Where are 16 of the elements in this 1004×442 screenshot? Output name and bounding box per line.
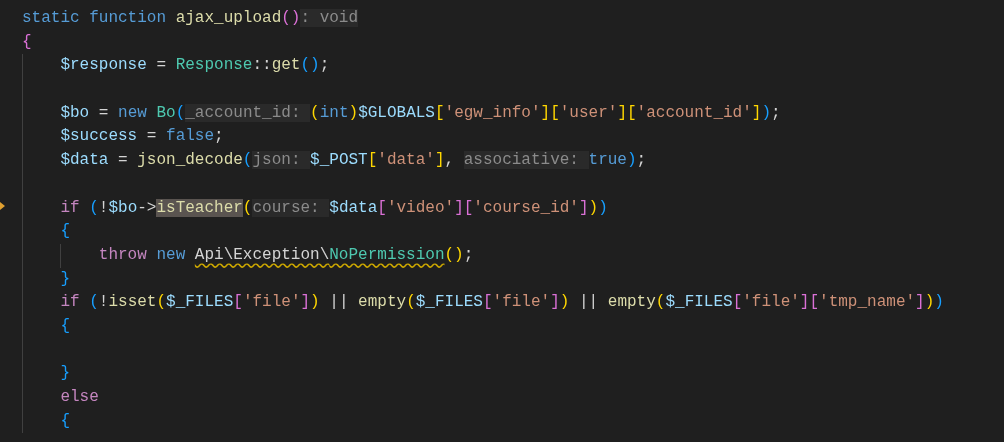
code-line: } xyxy=(59,364,70,383)
code-line: throw new Api\Exception\NoPermission(); xyxy=(97,245,474,264)
arrow-marker-icon xyxy=(0,200,6,212)
code-line: { xyxy=(59,316,70,335)
code-line: if (!isset($_FILES['file']) || empty($_FILES['file']) || empty($_FILES['file']['tmp_name'])) xyxy=(59,293,944,312)
code-line: { xyxy=(59,222,70,241)
code-line: { xyxy=(59,411,70,430)
code-line: static function ajax_upload(): void xyxy=(22,9,359,27)
code-line: } xyxy=(59,269,70,288)
code-line: $bo = new Bo(_account_id: (int)$GLOBALS['egw_info']['user']['account_id']); xyxy=(59,103,781,122)
code-line: $success = false; xyxy=(59,127,224,146)
code-line: { xyxy=(22,32,32,51)
code-line: if (!$bo->isTeacher(course: $data['video']['course_id'])) xyxy=(59,198,608,217)
code-line: else xyxy=(59,388,99,406)
code-line: $response = Response::get(); xyxy=(59,56,330,75)
code-line: $data = json_decode(json: $_POST['data'], associative: true); xyxy=(59,151,647,170)
